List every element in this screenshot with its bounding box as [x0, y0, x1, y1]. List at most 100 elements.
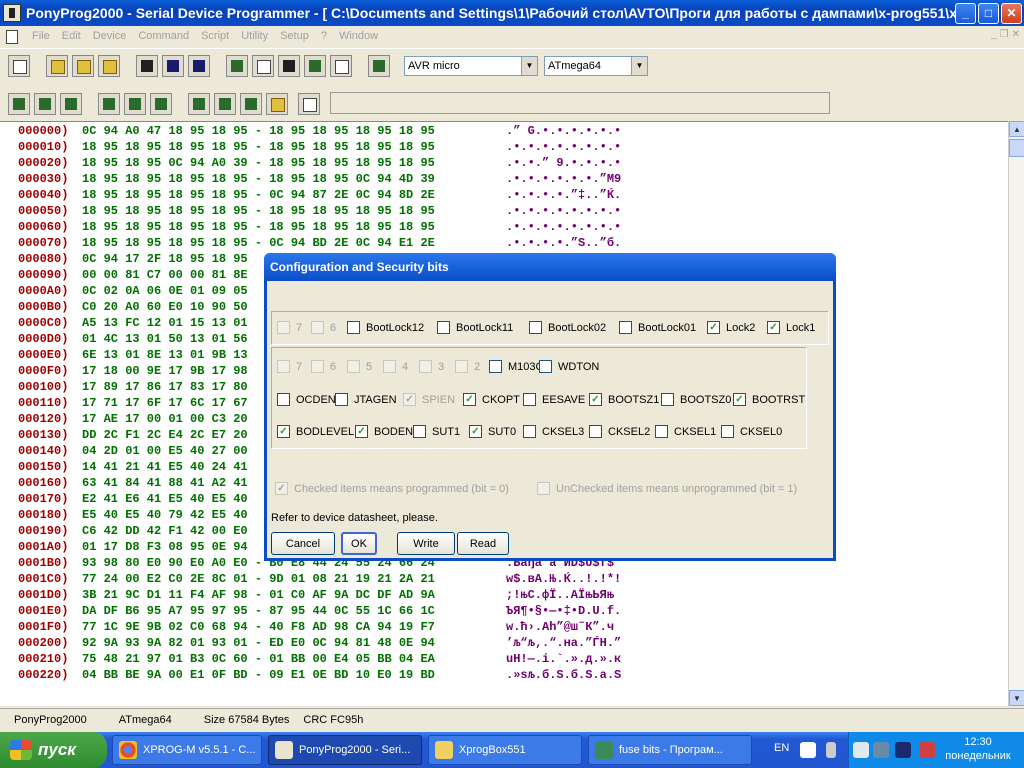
checkbox-eesave[interactable]: EESAVE [523, 393, 585, 406]
device-type-select[interactable]: ATmega64 ▼ [544, 55, 648, 76]
open-icon[interactable] [46, 54, 68, 77]
open-program-icon[interactable] [72, 54, 94, 77]
checkbox-icon[interactable]: ✓ [277, 425, 290, 438]
checkbox-icon[interactable]: ✓ [707, 321, 720, 334]
write-button[interactable]: Write [397, 532, 455, 555]
checkbox-icon[interactable] [589, 425, 602, 438]
cancel-button[interactable]: Cancel [271, 532, 335, 555]
menu-utility[interactable]: Utility [235, 30, 274, 42]
menu-setup[interactable]: Setup [274, 30, 315, 42]
checkbox-icon[interactable] [619, 321, 632, 334]
chevron-down-icon[interactable]: ▼ [521, 56, 537, 75]
chevron-up-icon[interactable] [826, 742, 836, 758]
checkbox-icon[interactable] [523, 425, 536, 438]
checkbox-cksel3[interactable]: CKSEL3 [523, 425, 584, 438]
config-bits-icon[interactable] [240, 93, 262, 115]
menu-script[interactable]: Script [195, 30, 235, 42]
checkbox-bootlock11[interactable]: BootLock11 [437, 321, 513, 334]
write-data-icon[interactable] [150, 93, 172, 115]
mdi-minimize-icon[interactable]: _ [991, 29, 997, 40]
task-xprog[interactable]: XPROG-M v5.5.1 - C... [112, 735, 262, 765]
checkbox-icon[interactable]: ✓ [589, 393, 602, 406]
menu-edit[interactable]: Edit [56, 30, 87, 42]
open-data-icon[interactable] [98, 54, 120, 77]
wifi-icon[interactable] [919, 742, 935, 758]
checkbox-icon[interactable]: ✓ [767, 321, 780, 334]
back-arrow-icon[interactable] [853, 742, 869, 758]
checkbox-bootlock12[interactable]: BootLock12 [347, 321, 424, 334]
print-icon[interactable] [278, 54, 300, 77]
start-button[interactable]: пуск [0, 732, 107, 768]
checkbox-icon[interactable] [413, 425, 426, 438]
checkbox-bootrst[interactable]: ✓ BOOTRST [733, 393, 805, 406]
save-data-icon[interactable] [188, 54, 210, 77]
new-icon[interactable] [8, 54, 30, 77]
checkbox-icon[interactable] [277, 393, 290, 406]
vertical-scrollbar[interactable]: ▲ ▼ [1008, 121, 1024, 706]
read-program-icon[interactable] [34, 93, 56, 115]
language-indicator[interactable]: EN [774, 742, 789, 754]
checkbox-sut1[interactable]: SUT1 [413, 425, 460, 438]
read-all-icon[interactable] [8, 93, 30, 115]
checkbox-boden[interactable]: ✓ BODEN [355, 425, 413, 438]
erase-icon[interactable] [188, 93, 210, 115]
close-button[interactable]: ✕ [1001, 2, 1022, 24]
note-field[interactable] [330, 92, 830, 114]
read-data-icon[interactable] [60, 93, 82, 115]
device-family-select[interactable]: AVR micro ▼ [404, 55, 538, 76]
checkbox-cksel0[interactable]: CKSEL0 [721, 425, 782, 438]
checkbox-cksel1[interactable]: CKSEL1 [655, 425, 716, 438]
checkbox-bootlock01[interactable]: BootLock01 [619, 321, 696, 334]
network-icon[interactable] [873, 742, 889, 758]
checkbox-icon[interactable] [721, 425, 734, 438]
checkbox-sut0[interactable]: ✓ SUT0 [469, 425, 516, 438]
checkbox-cksel2[interactable]: CKSEL2 [589, 425, 650, 438]
document-icon[interactable] [4, 29, 20, 44]
checkbox-icon[interactable] [347, 321, 360, 334]
maximize-button[interactable]: □ [978, 2, 999, 24]
chip-icon[interactable] [368, 54, 390, 77]
checkbox-m103c[interactable]: M103C [489, 360, 543, 373]
checkbox-icon[interactable] [523, 393, 536, 406]
menu-file[interactable]: File [26, 30, 56, 42]
task-fuse-bits[interactable]: fuse bits - Програм... [588, 735, 752, 765]
scroll-down-icon[interactable]: ▼ [1009, 690, 1024, 706]
read-button[interactable]: Read [457, 532, 509, 555]
checkbox-icon[interactable]: ✓ [355, 425, 368, 438]
setup-icon[interactable] [304, 54, 326, 77]
help-tray-icon[interactable] [800, 742, 816, 758]
write-all-icon[interactable] [98, 93, 120, 115]
checkbox-bootlock02[interactable]: BootLock02 [529, 321, 606, 334]
mdi-close-icon[interactable]: ✕ [1012, 29, 1020, 40]
menu-command[interactable]: Command [132, 30, 195, 42]
checkbox-icon[interactable] [489, 360, 502, 373]
edit-note-icon[interactable] [252, 54, 274, 77]
app-icon[interactable] [3, 4, 21, 22]
edit-script-icon[interactable] [298, 93, 320, 115]
task-ponyprog[interactable]: PonyProg2000 - Seri... [268, 735, 422, 765]
task-xprogbox[interactable]: XprogBox551 [428, 735, 582, 765]
checkbox-icon[interactable] [335, 393, 348, 406]
checkbox-lock1[interactable]: ✓ Lock1 [767, 321, 815, 334]
lock-icon[interactable] [214, 93, 236, 115]
checkbox-icon[interactable] [437, 321, 450, 334]
help-icon[interactable] [330, 54, 352, 77]
checkbox-bodlevel[interactable]: ✓ BODLEVEL [277, 425, 354, 438]
device-icon[interactable] [895, 742, 911, 758]
write-program-icon[interactable] [124, 93, 146, 115]
checkbox-bootsz0[interactable]: BOOTSZ0 [661, 393, 731, 406]
checkbox-icon[interactable] [655, 425, 668, 438]
save-icon[interactable] [136, 54, 158, 77]
chevron-down-icon[interactable]: ▼ [631, 56, 647, 75]
scroll-thumb[interactable] [1009, 139, 1024, 157]
menu-device[interactable]: Device [87, 30, 133, 42]
checkbox-bootsz1[interactable]: ✓ BOOTSZ1 [589, 393, 659, 406]
menu-help[interactable]: ? [315, 30, 333, 42]
clock[interactable]: 12:30 понедельник [943, 735, 1013, 763]
run-script-icon[interactable] [266, 93, 288, 115]
checkbox-jtagen[interactable]: JTAGEN [335, 393, 397, 406]
scroll-up-icon[interactable]: ▲ [1009, 121, 1024, 137]
minimize-button[interactable]: _ [955, 2, 976, 24]
checkbox-lock2[interactable]: ✓ Lock2 [707, 321, 755, 334]
save-program-icon[interactable] [162, 54, 184, 77]
